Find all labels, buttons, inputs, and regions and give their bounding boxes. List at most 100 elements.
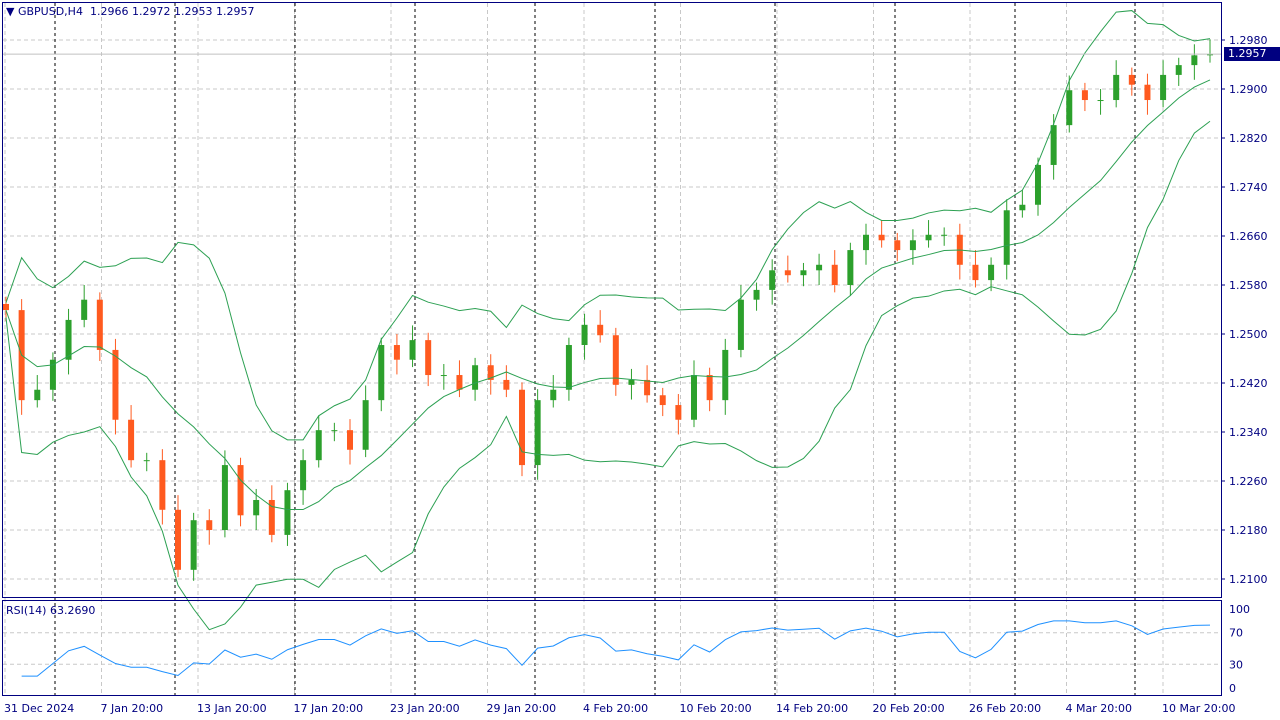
- current-price-tag: 1.2957: [1224, 47, 1280, 61]
- bull-candle: [143, 460, 150, 462]
- bear-candle: [1128, 74, 1135, 85]
- bull-candle: [816, 264, 823, 271]
- bull-candle: [753, 289, 760, 300]
- main-pane-frame: [2, 2, 1222, 598]
- x-tick-label: 7 Jan 20:00: [101, 702, 164, 715]
- bull-candle: [925, 234, 932, 241]
- bear-candle: [175, 509, 181, 570]
- y-tick-label: 1.2420: [1229, 377, 1268, 390]
- bear-candle: [831, 264, 838, 285]
- y-tick-label: 1.2900: [1229, 83, 1268, 96]
- high-price: 1.2972: [131, 5, 171, 18]
- bear-candle: [159, 460, 166, 510]
- bull-candle: [472, 365, 479, 390]
- bear-candle: [597, 324, 604, 336]
- bear-candle: [1144, 84, 1151, 101]
- bull-candle: [315, 430, 322, 461]
- y-tick-label: 1.2260: [1229, 475, 1268, 488]
- bull-candle: [550, 389, 557, 401]
- bear-candle: [972, 264, 979, 281]
- bull-candle: [362, 400, 369, 450]
- x-tick-label: 31 Dec 2024: [4, 702, 74, 715]
- y-tick-label: 1.2100: [1229, 573, 1268, 586]
- bear-candle: [503, 379, 510, 390]
- bear-candle: [784, 270, 791, 276]
- bear-candle: [237, 465, 244, 516]
- open-price: 1.2966: [89, 5, 129, 18]
- bull-candle: [737, 299, 744, 350]
- y-tick-label: 1.2500: [1229, 328, 1268, 341]
- chart-header: ▼ GBPUSD,H4 1.2966 1.2972 1.2953 1.2957: [6, 5, 254, 18]
- x-tick-label: 26 Feb 20:00: [969, 702, 1041, 715]
- bull-candle: [1003, 210, 1010, 265]
- x-tick-label: 20 Feb 20:00: [873, 702, 945, 715]
- bear-candle: [675, 405, 682, 420]
- bull-candle: [534, 400, 541, 466]
- bear-candle: [3, 303, 9, 311]
- y-tick-label: 1.2980: [1229, 34, 1268, 47]
- bull-candle: [65, 319, 72, 360]
- bear-candle: [894, 240, 901, 251]
- bull-candle: [190, 520, 197, 570]
- rsi-label: RSI(14) 63.2690: [6, 604, 96, 617]
- x-tick-label: 13 Jan 20:00: [197, 702, 267, 715]
- x-tick-label: 17 Jan 20:00: [294, 702, 364, 715]
- y-tick-label: 1.2820: [1229, 132, 1268, 145]
- rsi-tick-label: 100: [1229, 603, 1250, 616]
- bull-candle: [691, 375, 697, 420]
- bollinger-upper: [5, 10, 1211, 441]
- bear-candle: [206, 520, 213, 530]
- bull-candle: [1097, 100, 1104, 102]
- bear-candle: [878, 234, 885, 241]
- bull-candle: [1019, 204, 1026, 211]
- bear-candle: [96, 299, 103, 350]
- bear-candle: [706, 375, 713, 401]
- bollinger-lower: [5, 120, 1211, 631]
- x-tick-label: 10 Mar 20:00: [1162, 702, 1235, 715]
- x-tick-label: 10 Feb 20:00: [680, 702, 752, 715]
- bear-candle: [519, 389, 525, 466]
- bear-candle: [393, 345, 400, 360]
- bull-candle: [284, 490, 291, 535]
- bull-candle: [800, 270, 807, 276]
- bull-candle: [988, 264, 995, 281]
- bear-candle: [659, 395, 666, 406]
- bear-candle: [347, 430, 353, 450]
- bull-candle: [909, 240, 916, 251]
- bull-candle: [34, 389, 41, 401]
- bull-candle: [1175, 65, 1182, 75]
- bear-candle: [1081, 90, 1088, 101]
- x-tick-label: 29 Jan 20:00: [487, 702, 557, 715]
- y-tick-label: 1.2580: [1229, 279, 1268, 292]
- bull-candle: [81, 299, 88, 320]
- bear-candle: [644, 379, 651, 396]
- bull-candle: [253, 499, 260, 516]
- bull-candle: [378, 345, 385, 401]
- bear-candle: [612, 335, 619, 385]
- bull-candle: [1035, 164, 1041, 205]
- bull-candle: [628, 379, 635, 385]
- low-price: 1.2953: [173, 5, 213, 18]
- bull-candle: [941, 234, 948, 236]
- bull-candle: [1050, 125, 1057, 165]
- x-tick-label: 14 Feb 20:00: [776, 702, 848, 715]
- bull-candle: [1160, 74, 1167, 101]
- bull-candle: [769, 270, 776, 290]
- close-price: 1.2957: [215, 5, 255, 18]
- bull-candle: [863, 234, 869, 251]
- price-chart[interactable]: 1.2980 1.2900 1.2820 1.2740 1.2660 1.2580 1.25…: [0, 0, 1280, 720]
- bull-candle: [440, 375, 447, 377]
- bear-candle: [425, 340, 432, 376]
- bull-candle: [221, 465, 228, 530]
- x-tick-label: 4 Mar 20:00: [1066, 702, 1132, 715]
- y-tick-label: 1.2660: [1229, 230, 1268, 243]
- bull-candle: [331, 430, 338, 432]
- y-tick-label: 1.2180: [1229, 524, 1268, 537]
- bull-candle: [581, 324, 588, 346]
- bear-candle: [456, 375, 463, 390]
- rsi-tick-label: 70: [1229, 627, 1243, 640]
- bull-candle: [300, 460, 307, 491]
- bull-candle: [1191, 55, 1198, 66]
- x-tick-label: 4 Feb 20:00: [583, 702, 648, 715]
- dropdown-triangle-icon[interactable]: ▼: [6, 5, 14, 18]
